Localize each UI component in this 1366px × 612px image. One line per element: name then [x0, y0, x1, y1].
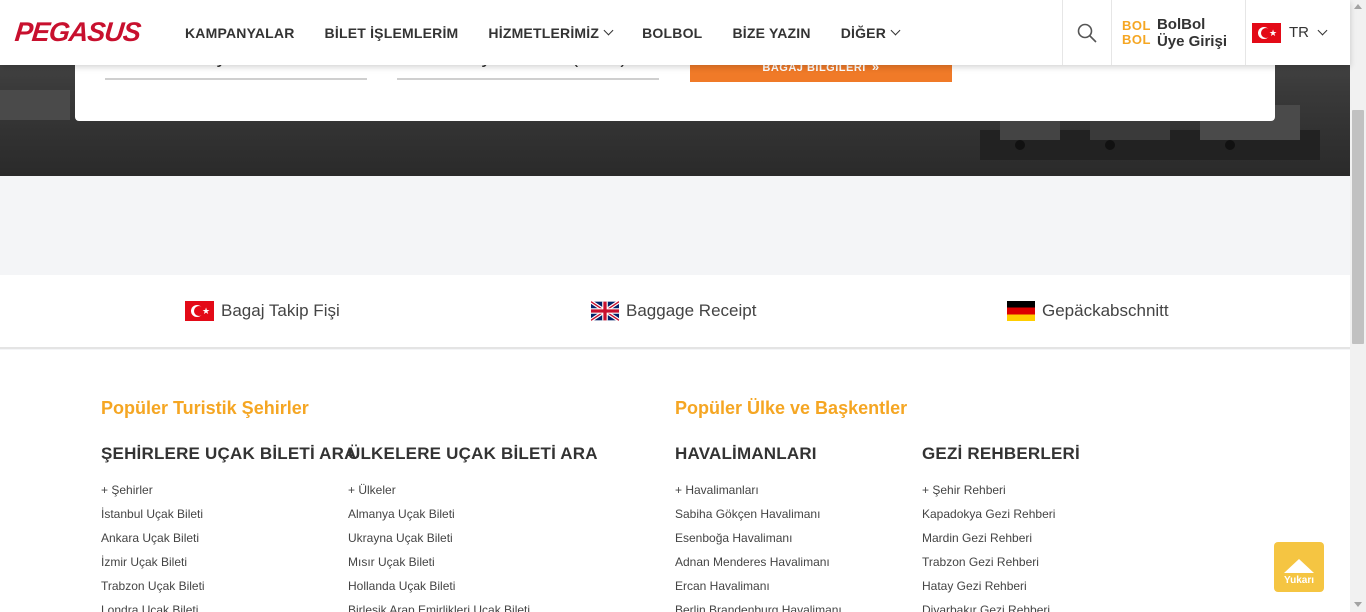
footer-link[interactable]: Berlin Brandenburg Havalimanı [675, 602, 842, 612]
nav-label: BİLET İŞLEMLERİM [324, 24, 459, 41]
search-button[interactable] [1062, 0, 1112, 65]
nav-item-bolbol[interactable]: BOLBOL [642, 25, 702, 41]
receipt-link-label: Baggage Receipt [626, 301, 757, 320]
footer-link[interactable]: İzmir Uçak Bileti [101, 554, 357, 578]
nav-label: HİZMETLERİMİZ [488, 24, 600, 41]
section-title-cities: Popüler Turistik Şehirler [101, 398, 309, 418]
nav-item-kampanyalar[interactable]: KAMPANYALAR [185, 25, 295, 41]
footer-link[interactable]: Birleşik Arap Emirlikleri Uçak Bileti [348, 602, 598, 612]
footer-link[interactable]: İstanbul Uçak Bileti [101, 506, 357, 530]
footer-column-countries: ÜLKELERE UÇAK BİLETİ ARA + Ülkeler Alman… [348, 444, 598, 612]
nav-label: BİZE YAZIN [732, 24, 811, 41]
footer-link[interactable]: Mısır Uçak Bileti [348, 554, 598, 578]
column-title: GEZİ REHBERLERİ [922, 444, 1080, 463]
nav-item-bilet-islemlerim[interactable]: BİLET İŞLEMLERİM [325, 25, 459, 41]
footer-link[interactable]: Ukrayna Uçak Bileti [348, 530, 598, 554]
nav-item-bize-yazin[interactable]: BİZE YAZIN [732, 25, 810, 41]
language-code: TR [1289, 24, 1309, 41]
column-title: ÜLKELERE UÇAK BİLETİ ARA [348, 444, 598, 463]
bolbol-login-label: Üye Girişi [1156, 32, 1227, 50]
nav-item-hizmetlerimiz[interactable]: HİZMETLERİMİZ [488, 24, 614, 41]
search-icon [1077, 23, 1097, 43]
language-selector[interactable]: ★ TR [1252, 0, 1328, 65]
chevron-down-icon [1317, 25, 1328, 36]
receipt-link-en[interactable]: Baggage Receipt [591, 301, 756, 321]
footer-link[interactable]: Trabzon Gezi Rehberi [922, 554, 1080, 578]
footer-link[interactable]: Sabiha Gökçen Havalimanı [675, 506, 842, 530]
footer-link[interactable]: + Şehirler [101, 482, 357, 506]
footer-column-guides: GEZİ REHBERLERİ + Şehir Rehberi Kapadoky… [922, 444, 1080, 612]
turkey-flag-icon: ★ [185, 301, 214, 321]
bolbol-label: BolBol [1156, 15, 1206, 33]
footer-column-cities: ŞEHİRLERE UÇAK BİLETİ ARA + Şehirler İst… [101, 444, 357, 612]
footer-link[interactable]: Ankara Uçak Bileti [101, 530, 357, 554]
page-scrollbar[interactable] [1350, 0, 1366, 612]
footer-link[interactable]: Mardin Gezi Rehberi [922, 530, 1080, 554]
footer-link[interactable]: Diyarbakır Gezi Rehberi [922, 602, 1080, 612]
footer-link[interactable]: Londra Uçak Bileti [101, 602, 357, 612]
bolbol-logo: BOL BOL [1122, 17, 1151, 47]
footer-link[interactable]: + Havalimanları [675, 482, 842, 506]
footer-link[interactable]: Ercan Havalimanı [675, 578, 842, 602]
receipt-link-tr[interactable]: ★ Bagaj Takip Fişi [185, 301, 340, 321]
scrollbar-thumb[interactable] [1352, 110, 1364, 344]
footer-link[interactable]: Adnan Menderes Havalimanı [675, 554, 842, 578]
footer-link[interactable]: Almanya Uçak Bileti [348, 506, 598, 530]
nav-item-diger[interactable]: DİĞER [840, 24, 901, 41]
scroll-down-arrow-icon[interactable] [1354, 602, 1362, 607]
footer-link[interactable]: Trabzon Uçak Bileti [101, 578, 357, 602]
chevron-down-icon [603, 25, 614, 36]
bolbol-logo-bottom: BOL [1122, 31, 1151, 47]
receipt-link-de[interactable]: Gepäckabschnitt [1007, 301, 1169, 321]
section-title-countries: Popüler Ülke ve Başkentler [675, 398, 908, 418]
footer-column-airports: HAVALİMANLARI + Havalimanları Sabiha Gök… [675, 444, 842, 612]
arrow-up-icon [1284, 559, 1314, 573]
nav-label: BOLBOL [642, 24, 703, 41]
footer-link[interactable]: Kapadokya Gezi Rehberi [922, 506, 1080, 530]
footer-popular-links: Popüler Turistik Şehirler Popüler Ülke v… [0, 350, 1350, 612]
turkey-flag-icon: ★ [1252, 22, 1281, 43]
scroll-up-arrow-icon[interactable] [1354, 4, 1362, 9]
column-title: ŞEHİRLERE UÇAK BİLETİ ARA [101, 444, 357, 463]
bolbol-login-button[interactable]: BOL BOL BolBol Üye Girişi [1112, 0, 1246, 65]
footer-link[interactable]: Hatay Gezi Rehberi [922, 578, 1080, 602]
receipt-link-label: Gepäckabschnitt [1042, 301, 1169, 320]
footer-link[interactable]: + Şehir Rehberi [922, 482, 1080, 506]
chevron-down-icon [890, 25, 901, 36]
footer-link[interactable]: Hollanda Uçak Bileti [348, 578, 598, 602]
nav-label: KAMPANYALAR [185, 24, 295, 41]
uk-flag-icon [591, 301, 619, 321]
bolbol-logo-top: BOL [1122, 17, 1151, 33]
column-title: HAVALİMANLARI [675, 444, 817, 463]
scroll-to-top-button[interactable]: Yukarı [1274, 542, 1324, 592]
germany-flag-icon [1007, 301, 1035, 321]
pegasus-logo[interactable]: PEGASUS [13, 17, 141, 48]
site-header: PEGASUS KAMPANYALAR BİLET İŞLEMLERİM HİZ… [0, 0, 1350, 65]
nav-label: DİĞER [840, 24, 887, 41]
footer-link[interactable]: + Ülkeler [348, 482, 598, 506]
scroll-to-top-label: Yukarı [1283, 575, 1315, 586]
footer-link[interactable]: Esenboğa Havalimanı [675, 530, 842, 554]
receipt-link-label: Bagaj Takip Fişi [221, 301, 340, 320]
baggage-receipt-links: ★ Bagaj Takip Fişi Baggage Receipt Gepäc… [0, 275, 1350, 349]
main-nav: KAMPANYALAR BİLET İŞLEMLERİM HİZMETLERİM… [185, 0, 929, 65]
